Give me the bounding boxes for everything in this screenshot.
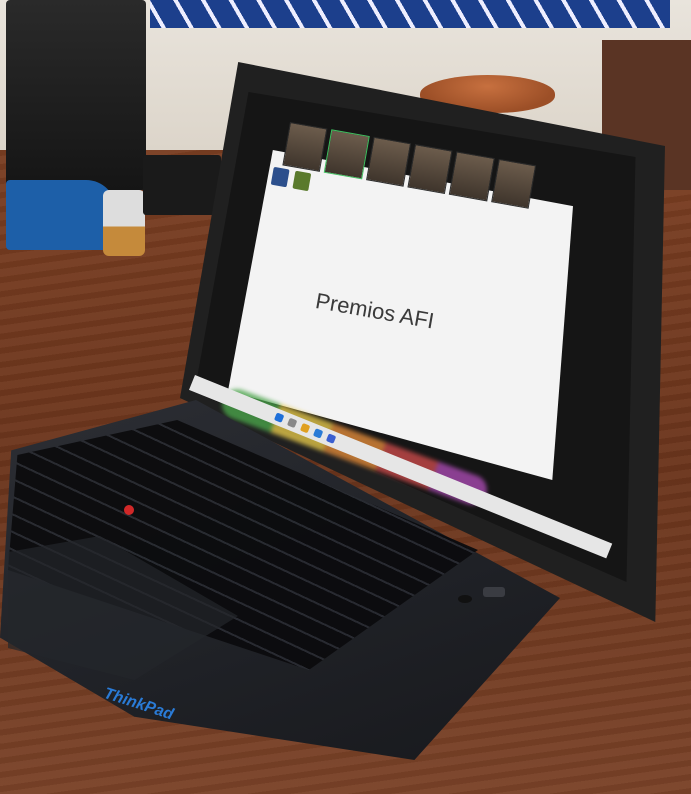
app-icon[interactable]: [325, 433, 337, 444]
start-icon[interactable]: [273, 412, 285, 423]
folder-icon[interactable]: [299, 422, 311, 434]
crest-icon: [292, 170, 312, 192]
logo-icon: [270, 166, 290, 188]
participant-thumbnail[interactable]: [324, 129, 370, 180]
search-icon[interactable]: [286, 417, 298, 429]
curtain: [150, 0, 670, 28]
candle-holder: [103, 190, 145, 256]
fingerprint-reader-icon[interactable]: [483, 587, 505, 597]
blue-monitor-stand: [6, 180, 116, 250]
participant-thumbnail[interactable]: [282, 122, 328, 172]
monitor-back: [6, 0, 146, 190]
trackpoint-icon[interactable]: [124, 505, 134, 515]
photo-scene: Premios AFI ThinkPad: [0, 0, 691, 794]
power-button-icon[interactable]: [458, 595, 472, 603]
participant-thumbnail[interactable]: [490, 158, 537, 209]
browser-icon[interactable]: [312, 428, 324, 439]
participant-thumbnail[interactable]: [407, 144, 453, 195]
black-box: [143, 155, 221, 215]
participant-thumbnail[interactable]: [365, 136, 412, 187]
participant-thumbnail[interactable]: [449, 151, 495, 202]
